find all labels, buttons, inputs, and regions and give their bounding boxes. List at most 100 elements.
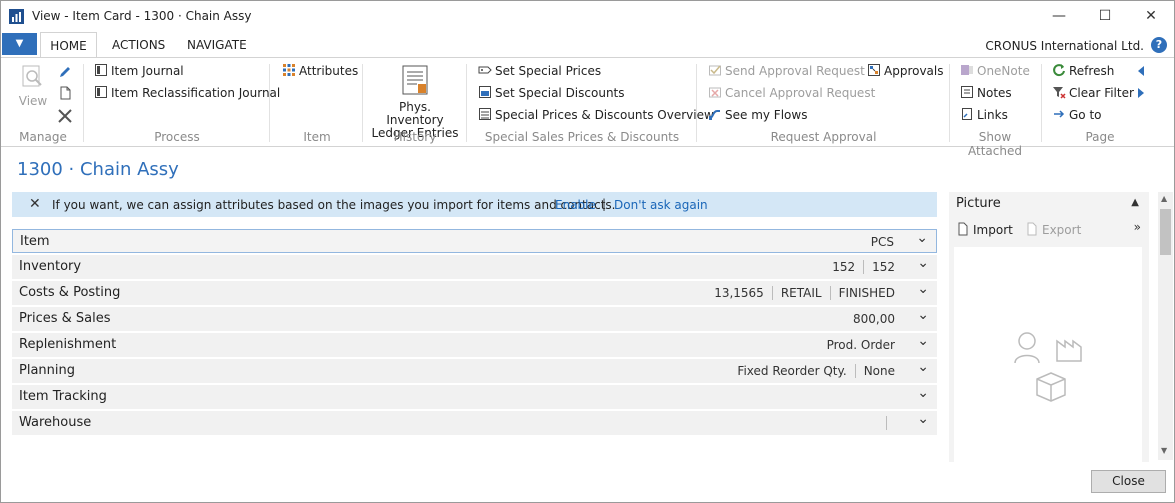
notes-button[interactable]: Notes bbox=[960, 84, 1012, 102]
fasttab-item[interactable]: Item PCS ⌄ bbox=[12, 229, 937, 253]
tab-actions[interactable]: ACTIONS bbox=[112, 32, 165, 57]
chevron-down-icon[interactable]: ⌄ bbox=[917, 385, 929, 401]
flow-icon bbox=[709, 110, 720, 120]
fasttab-costs-posting[interactable]: Costs & Posting 13,1565 RETAIL FINISHED ⌄ bbox=[12, 281, 937, 305]
fasttab-summary-value: 800,00 bbox=[853, 312, 895, 326]
fasttab-title: Warehouse bbox=[19, 415, 92, 430]
delete-icon[interactable] bbox=[57, 108, 73, 124]
new-icon[interactable] bbox=[58, 86, 72, 100]
approvals-button[interactable]: Approvals bbox=[867, 62, 944, 80]
go-to-button[interactable]: Go to bbox=[1052, 106, 1102, 124]
fasttab-summary-value: Prod. Order bbox=[826, 338, 895, 352]
group-label-item: Item bbox=[303, 130, 331, 144]
group-divider bbox=[696, 64, 697, 142]
clear-filter-icon bbox=[1053, 87, 1066, 99]
cancel-approval-request-button[interactable]: Cancel Approval Request bbox=[708, 84, 875, 102]
fasttab-title: Prices & Sales bbox=[19, 311, 111, 326]
minimize-button[interactable]: — bbox=[1036, 3, 1082, 30]
import-button[interactable]: Import bbox=[956, 222, 1013, 237]
fasttab-prices-sales[interactable]: Prices & Sales 800,00 ⌄ bbox=[12, 307, 937, 331]
set-special-discounts-button[interactable]: Set Special Discounts bbox=[478, 84, 625, 102]
fasttab-item-tracking[interactable]: Item Tracking ⌄ bbox=[12, 385, 937, 409]
scroll-up-icon[interactable]: ▲ bbox=[1161, 194, 1167, 203]
fasttab-summary-value: Fixed Reorder Qty. bbox=[737, 364, 847, 378]
dont-ask-again-link[interactable]: Don't ask again bbox=[614, 198, 708, 212]
fasttab-summary: 152 152 bbox=[824, 260, 903, 274]
fasttab-title: Item bbox=[20, 234, 50, 249]
journal-icon bbox=[95, 64, 107, 76]
window-title: View - Item Card - 1300 · Chain Assy bbox=[32, 9, 252, 23]
view-icon bbox=[22, 65, 42, 87]
chevron-down-icon[interactable]: ⌄ bbox=[917, 359, 929, 375]
close-window-button[interactable]: ✕ bbox=[1128, 3, 1174, 30]
chevron-down-icon[interactable]: ⌄ bbox=[917, 411, 929, 427]
group-label-process: Process bbox=[154, 130, 200, 144]
tab-home[interactable]: HOME bbox=[40, 32, 97, 58]
ribbon-tab-bar: ▼ HOME ACTIONS NAVIGATE CRONUS Internati… bbox=[1, 32, 1174, 58]
chevron-down-icon[interactable]: ⌄ bbox=[916, 230, 928, 246]
dismiss-notification-icon[interactable]: ✕ bbox=[29, 196, 41, 212]
page-title: 1300 · Chain Assy bbox=[17, 159, 179, 180]
fasttab-summary bbox=[886, 416, 903, 430]
fasttab-planning[interactable]: Planning Fixed Reorder Qty. None ⌄ bbox=[12, 359, 937, 383]
item-journal-button[interactable]: Item Journal bbox=[94, 62, 184, 80]
chevron-down-icon[interactable]: ⌄ bbox=[917, 281, 929, 297]
help-icon[interactable]: ? bbox=[1151, 37, 1167, 53]
group-label-show-attached: Show Attached bbox=[968, 130, 1022, 158]
scroll-down-icon[interactable]: ▼ bbox=[1161, 446, 1167, 455]
chevron-down-icon[interactable]: ⌄ bbox=[917, 255, 929, 271]
tab-navigate[interactable]: NAVIGATE bbox=[187, 32, 247, 57]
fasttab-title: Costs & Posting bbox=[19, 285, 121, 300]
enable-link[interactable]: Enable bbox=[555, 198, 596, 212]
notification-bar: ✕ If you want, we can assign attributes … bbox=[12, 192, 937, 217]
fasttab-warehouse[interactable]: Warehouse ⌄ bbox=[12, 411, 937, 435]
group-label-page: Page bbox=[1085, 130, 1115, 144]
links-button[interactable]: Links bbox=[960, 106, 1008, 124]
special-prices-overview-button[interactable]: Special Prices & Discounts Overview bbox=[478, 106, 714, 124]
previous-record-icon[interactable] bbox=[1136, 65, 1146, 77]
app-icon bbox=[9, 9, 24, 24]
fasttab-summary-value bbox=[886, 416, 903, 430]
item-card-window: View - Item Card - 1300 · Chain Assy — ☐… bbox=[0, 0, 1175, 503]
send-approval-icon bbox=[709, 65, 721, 76]
notification-text: If you want, we can assign attributes ba… bbox=[52, 198, 616, 212]
collapse-icon[interactable]: ▲ bbox=[1131, 197, 1139, 208]
edit-icon[interactable] bbox=[58, 65, 72, 79]
scrollbar-thumb[interactable] bbox=[1160, 209, 1171, 255]
app-menu-button[interactable]: ▼ bbox=[2, 33, 37, 55]
phys-inventory-ledger-button[interactable]: Phys. Inventory Ledger Entries bbox=[369, 64, 461, 140]
company-name[interactable]: CRONUS International Ltd. bbox=[985, 39, 1144, 53]
notes-icon bbox=[961, 86, 973, 98]
see-my-flows-button[interactable]: See my Flows bbox=[708, 106, 807, 124]
item-reclass-journal-button[interactable]: Item Reclassification Journal bbox=[94, 84, 280, 102]
maximize-button[interactable]: ☐ bbox=[1082, 3, 1128, 30]
view-button[interactable]: View bbox=[17, 64, 49, 108]
more-actions-icon[interactable]: » bbox=[1134, 220, 1141, 234]
fasttab-summary-value: PCS bbox=[870, 235, 894, 249]
group-label-history: History bbox=[393, 130, 437, 144]
export-icon bbox=[1027, 222, 1037, 236]
attributes-button[interactable]: Attributes bbox=[282, 62, 358, 80]
chevron-down-icon[interactable]: ⌄ bbox=[917, 333, 929, 349]
fasttab-summary: Fixed Reorder Qty. None bbox=[729, 364, 903, 378]
fasttab-summary-value: 152 bbox=[832, 260, 856, 274]
fasttab-replenishment[interactable]: Replenishment Prod. Order ⌄ bbox=[12, 333, 937, 357]
fasttab-inventory[interactable]: Inventory 152 152 ⌄ bbox=[12, 255, 937, 279]
ledger-entries-icon bbox=[402, 65, 428, 95]
group-divider bbox=[1041, 64, 1042, 142]
close-button[interactable]: Close bbox=[1091, 470, 1166, 493]
group-divider bbox=[269, 64, 270, 142]
refresh-button[interactable]: Refresh bbox=[1052, 62, 1114, 80]
approvals-icon bbox=[868, 64, 880, 76]
clear-filter-button[interactable]: Clear Filter bbox=[1052, 84, 1134, 102]
next-record-icon[interactable] bbox=[1136, 87, 1146, 99]
onenote-button[interactable]: OneNote bbox=[960, 62, 1030, 80]
chevron-down-icon[interactable]: ⌄ bbox=[917, 307, 929, 323]
export-button[interactable]: Export bbox=[1025, 222, 1081, 237]
set-special-prices-button[interactable]: Set Special Prices bbox=[478, 62, 601, 80]
factbox-scrollbar[interactable]: ▲ ▼ bbox=[1158, 192, 1173, 460]
onenote-icon bbox=[961, 65, 973, 75]
picture-factbox: Picture ▲ Import Export » bbox=[949, 192, 1149, 462]
send-approval-request-button[interactable]: Send Approval Request bbox=[708, 62, 865, 80]
group-divider bbox=[83, 64, 84, 142]
